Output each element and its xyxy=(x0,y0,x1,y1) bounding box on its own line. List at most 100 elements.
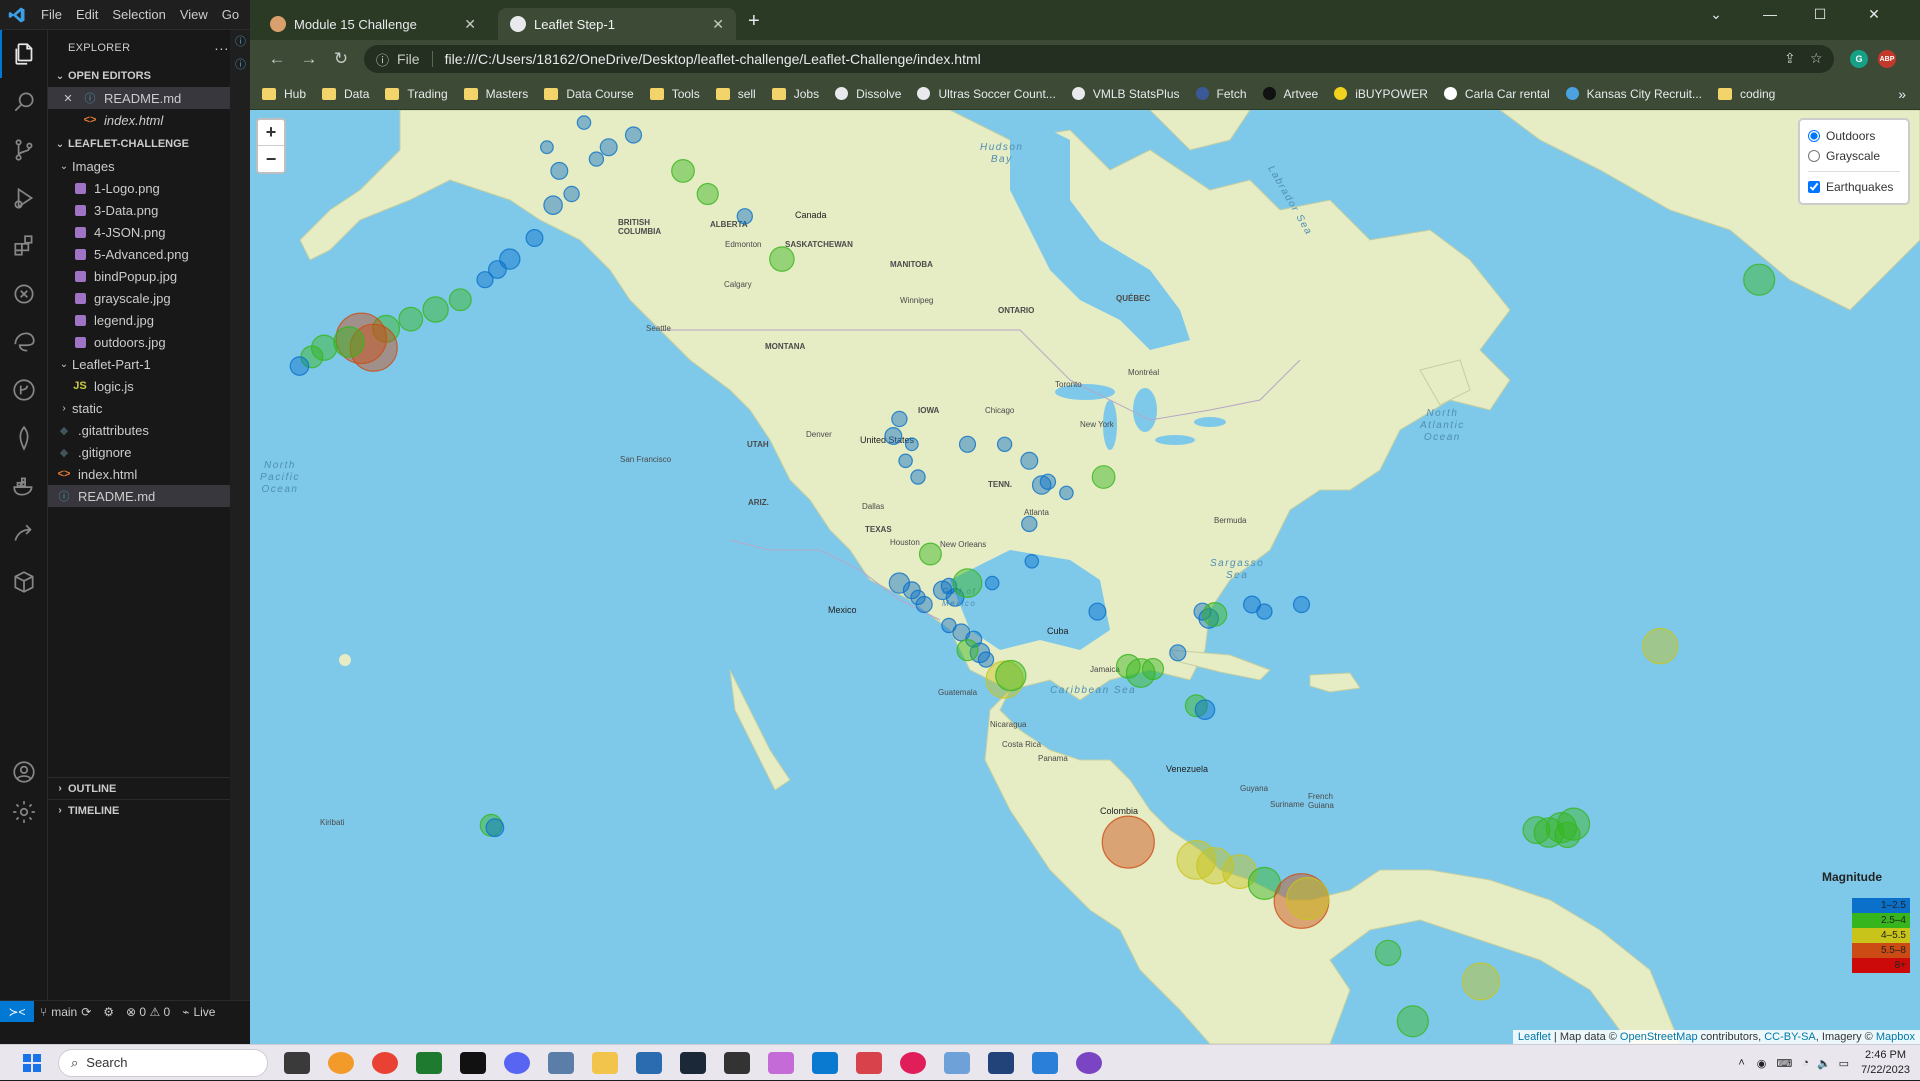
earthquake-marker[interactable] xyxy=(1202,602,1228,627)
remote-indicator-icon[interactable]: ≻< xyxy=(0,1000,34,1023)
file-tree-item[interactable]: ⓘ README.md xyxy=(48,485,249,507)
chrome-icon[interactable] xyxy=(372,1051,398,1074)
bookmark-item[interactable]: Artvee xyxy=(1262,87,1318,101)
bookmark-item[interactable]: Trading xyxy=(385,87,448,101)
windows-start-icon[interactable] xyxy=(14,1045,50,1081)
live-share-icon[interactable] xyxy=(0,510,48,558)
earthquake-marker[interactable] xyxy=(769,246,795,272)
earthquake-marker[interactable] xyxy=(1461,962,1501,1001)
earthquake-marker[interactable] xyxy=(448,288,472,312)
earthquake-marker[interactable] xyxy=(624,126,643,144)
file-tree-item[interactable]: 1-Logo.png xyxy=(48,177,249,199)
calculator-icon[interactable] xyxy=(548,1051,574,1074)
earthquake-marker[interactable] xyxy=(1059,485,1074,501)
extensions-icon[interactable] xyxy=(0,222,48,270)
new-tab-button[interactable]: + xyxy=(748,11,760,31)
access-icon[interactable] xyxy=(856,1051,882,1074)
earthquake-marker[interactable] xyxy=(1039,473,1057,490)
notepad-icon[interactable] xyxy=(636,1051,662,1074)
bookmark-star-icon[interactable]: ☆ xyxy=(1810,50,1823,67)
wifi-icon[interactable]: ◔ xyxy=(1802,1057,1809,1069)
bookmark-item[interactable]: Data xyxy=(322,87,369,101)
layer-grayscale[interactable]: Grayscale xyxy=(1808,146,1900,166)
earthquake-marker[interactable] xyxy=(910,469,926,485)
mongodb-icon[interactable] xyxy=(0,414,48,462)
github-icon[interactable] xyxy=(0,366,48,414)
clock[interactable]: 2:46 PM 7/22/2023 xyxy=(1861,1048,1910,1078)
vscode-taskbar-icon[interactable] xyxy=(812,1051,838,1074)
zoom-out-button[interactable]: − xyxy=(258,146,284,172)
earthquake-marker[interactable] xyxy=(1091,465,1116,489)
file-tree-item[interactable]: › static xyxy=(48,397,249,419)
earthquake-marker[interactable] xyxy=(995,659,1027,692)
window-close-icon[interactable]: ✕ xyxy=(1854,6,1894,23)
reload-icon[interactable]: ↻ xyxy=(326,44,356,74)
earthquake-marker[interactable] xyxy=(736,208,753,225)
file-explorer-icon[interactable] xyxy=(592,1051,618,1074)
file-tree-item[interactable]: ◆ .gitignore xyxy=(48,441,249,463)
earthquake-marker[interactable] xyxy=(904,437,919,452)
file-tree-item[interactable]: JS logic.js xyxy=(48,375,249,397)
leaflet-map[interactable]: Hudson Bay Labrador Sea North Pacific Oc… xyxy=(250,110,1920,1044)
earthquake-marker[interactable] xyxy=(696,182,719,206)
grammarly-icon[interactable]: G xyxy=(1850,50,1868,68)
earthquake-marker[interactable] xyxy=(1374,939,1402,967)
earthquake-marker[interactable] xyxy=(1141,657,1165,681)
bookmark-item[interactable]: Fetch xyxy=(1195,87,1247,101)
earthquake-marker[interactable] xyxy=(898,453,913,469)
volume-icon[interactable]: 🔈 xyxy=(1817,1057,1831,1070)
menu-view[interactable]: View xyxy=(173,7,215,22)
file-tree-item[interactable]: 5-Advanced.png xyxy=(48,243,249,265)
edge-tools-icon[interactable] xyxy=(0,318,48,366)
earthquake-marker[interactable] xyxy=(1641,627,1679,665)
file-tree-item[interactable]: 3-Data.png xyxy=(48,199,249,221)
explorer-icon[interactable] xyxy=(0,30,48,78)
live-server-button[interactable]: ⌁ Live xyxy=(176,1005,221,1019)
menu-file[interactable]: File xyxy=(34,7,69,22)
adblock-icon[interactable]: ABP xyxy=(1878,50,1896,68)
terminal-icon[interactable] xyxy=(724,1051,750,1074)
tab-close-icon[interactable]: ✕ xyxy=(464,16,476,33)
branch-indicator[interactable]: ⑂ main ⟳ xyxy=(34,1005,97,1019)
tab-search-icon[interactable]: ⌄ xyxy=(1696,6,1736,23)
timeline-header[interactable]: › TIMELINE xyxy=(48,799,250,821)
file-tree-item[interactable]: <> index.html xyxy=(48,463,249,485)
packages-icon[interactable] xyxy=(0,558,48,606)
firefox-icon[interactable] xyxy=(328,1051,354,1074)
share-icon[interactable]: ⇪ xyxy=(1784,50,1796,67)
earthquake-marker[interactable] xyxy=(984,575,1000,591)
tab-module-15[interactable]: Module 15 Challenge ✕ xyxy=(258,8,488,40)
forward-arrow-icon[interactable]: → xyxy=(294,44,324,74)
earthquake-marker[interactable] xyxy=(977,651,995,668)
menu-selection[interactable]: Selection xyxy=(105,7,172,22)
earthquake-marker[interactable] xyxy=(1194,699,1216,720)
layer-earthquakes[interactable]: Earthquakes xyxy=(1808,177,1900,197)
menu-go[interactable]: Go xyxy=(215,7,246,22)
settings-gear-icon[interactable] xyxy=(0,788,48,836)
earthquake-marker[interactable] xyxy=(1743,263,1776,296)
excel-icon[interactable] xyxy=(416,1051,442,1074)
bookmark-item[interactable]: VMLB StatsPlus xyxy=(1071,87,1180,101)
earthquake-marker[interactable] xyxy=(884,427,903,446)
earthquake-marker[interactable] xyxy=(398,306,424,332)
license-link[interactable]: CC-BY-SA xyxy=(1764,1031,1816,1043)
address-bar[interactable]: ⓘ File file:///C:/Users/18162/OneDrive/D… xyxy=(364,45,1834,73)
search-icon[interactable] xyxy=(0,78,48,126)
paint-icon[interactable] xyxy=(768,1051,794,1074)
osm-link[interactable]: OpenStreetMap xyxy=(1620,1031,1698,1043)
earthquake-marker[interactable] xyxy=(1020,451,1039,470)
tab-leaflet-step-1[interactable]: Leaflet Step-1 ✕ xyxy=(498,8,736,40)
battery-icon[interactable]: ▭ xyxy=(1839,1057,1849,1070)
bookmark-item[interactable]: coding xyxy=(1717,87,1775,101)
snipping-tool-icon[interactable] xyxy=(944,1051,970,1074)
docker-icon[interactable] xyxy=(0,462,48,510)
earthquake-marker[interactable] xyxy=(563,185,580,203)
bookmark-item[interactable]: Ultras Soccer Count... xyxy=(917,87,1056,101)
bookmark-item[interactable]: Tools xyxy=(649,87,700,101)
earthquake-marker[interactable] xyxy=(1101,815,1155,869)
steam-icon[interactable] xyxy=(680,1051,706,1074)
file-tree-item[interactable]: legend.jpg xyxy=(48,309,249,331)
file-tree-item[interactable]: bindPopup.jpg xyxy=(48,265,249,287)
earthquake-marker[interactable] xyxy=(476,271,494,289)
open-editor-index-html[interactable]: <> index.html xyxy=(48,109,249,131)
